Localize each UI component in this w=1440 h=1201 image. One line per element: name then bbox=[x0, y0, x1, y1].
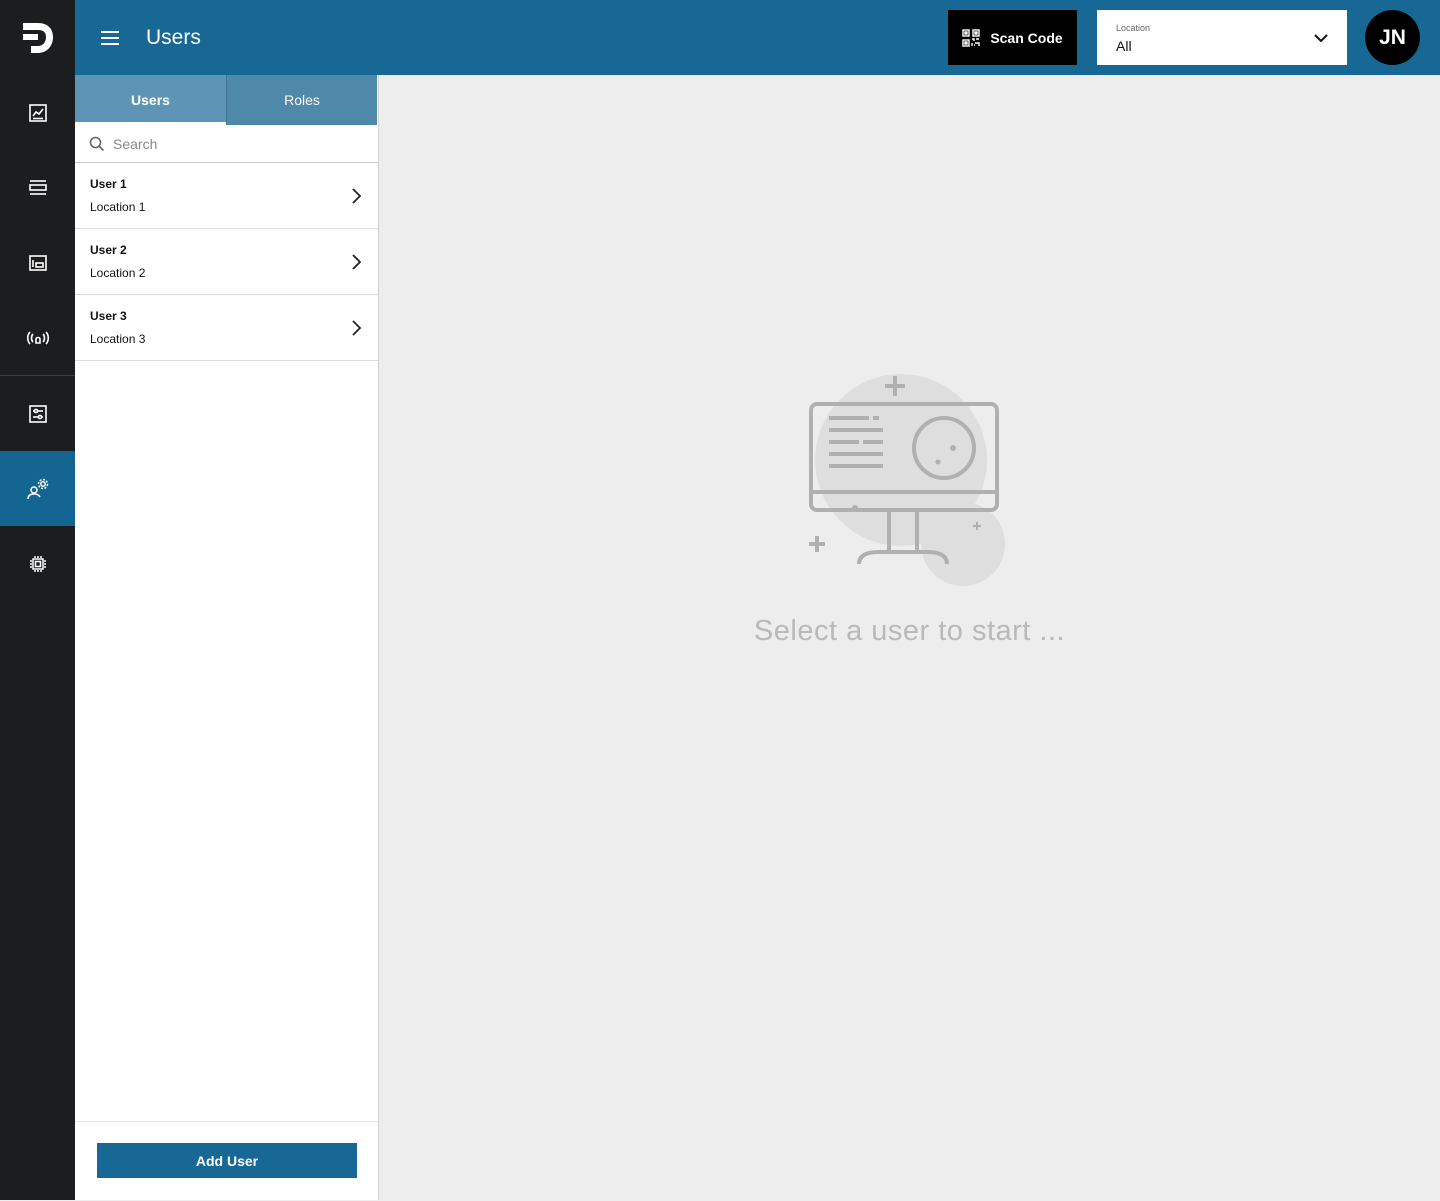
user-avatar[interactable]: JN bbox=[1365, 10, 1420, 65]
user-list-panel: Users Roles User 1 Location 1 User 2 Loc… bbox=[75, 75, 379, 1200]
user-name: User 2 bbox=[90, 243, 127, 257]
menu-button[interactable] bbox=[97, 25, 123, 51]
sidebar-item-chip[interactable] bbox=[0, 526, 75, 601]
list-icon bbox=[28, 179, 47, 195]
page-title: Users bbox=[146, 26, 201, 49]
user-location: Location 2 bbox=[90, 266, 146, 280]
sidebar-item-dashboard[interactable] bbox=[0, 75, 75, 150]
panel-footer: Add User bbox=[75, 1121, 378, 1201]
top-header: Users Scan Code Location All JN bbox=[75, 0, 1440, 75]
user-name: User 3 bbox=[90, 309, 127, 323]
user-location: Location 1 bbox=[90, 200, 146, 214]
user-list: User 1 Location 1 User 2 Location 2 User… bbox=[75, 163, 378, 361]
hamburger-menu-icon bbox=[101, 31, 119, 45]
search-bar bbox=[75, 125, 378, 163]
location-select-label: Location bbox=[1116, 23, 1151, 33]
settings-panel-icon bbox=[28, 404, 47, 423]
broadcast-icon bbox=[26, 330, 49, 345]
logo-icon bbox=[22, 22, 53, 53]
location-select[interactable]: Location All bbox=[1097, 10, 1347, 65]
chip-icon bbox=[29, 555, 46, 572]
chevron-right-icon bbox=[352, 188, 362, 204]
tab-users[interactable]: Users bbox=[75, 75, 226, 125]
sidebar-item-settings-panel[interactable] bbox=[0, 376, 75, 451]
list-item[interactable]: User 3 Location 3 bbox=[75, 295, 378, 361]
scan-code-button[interactable]: Scan Code bbox=[948, 10, 1077, 65]
list-item[interactable]: User 2 Location 2 bbox=[75, 229, 378, 295]
sidebar-item-user-settings[interactable] bbox=[0, 451, 75, 526]
list-item[interactable]: User 1 Location 1 bbox=[75, 163, 378, 229]
empty-state-message: Select a user to start ... bbox=[753, 615, 1066, 647]
user-settings-icon bbox=[26, 478, 48, 499]
sidebar-item-broadcast[interactable] bbox=[0, 300, 75, 375]
tab-roles[interactable]: Roles bbox=[226, 75, 377, 125]
qr-code-icon bbox=[962, 28, 981, 47]
sidebar bbox=[0, 0, 75, 1200]
dashboard-icon bbox=[28, 103, 47, 122]
computer-monitor-icon bbox=[809, 374, 1005, 586]
scan-code-label: Scan Code bbox=[990, 29, 1063, 46]
panel-tabs: Users Roles bbox=[75, 75, 378, 125]
location-select-value: All bbox=[1116, 38, 1132, 54]
search-input[interactable] bbox=[113, 131, 363, 157]
chevron-right-icon bbox=[352, 254, 362, 270]
device-icon bbox=[28, 254, 47, 271]
app-logo[interactable] bbox=[0, 0, 75, 75]
user-location: Location 3 bbox=[90, 332, 146, 346]
chevron-right-icon bbox=[352, 320, 362, 336]
user-name: User 1 bbox=[90, 177, 127, 191]
search-icon bbox=[89, 136, 105, 152]
sidebar-item-device[interactable] bbox=[0, 225, 75, 300]
sidebar-item-list[interactable] bbox=[0, 150, 75, 225]
add-user-button[interactable]: Add User bbox=[97, 1143, 357, 1178]
chevron-down-icon bbox=[1314, 34, 1328, 43]
